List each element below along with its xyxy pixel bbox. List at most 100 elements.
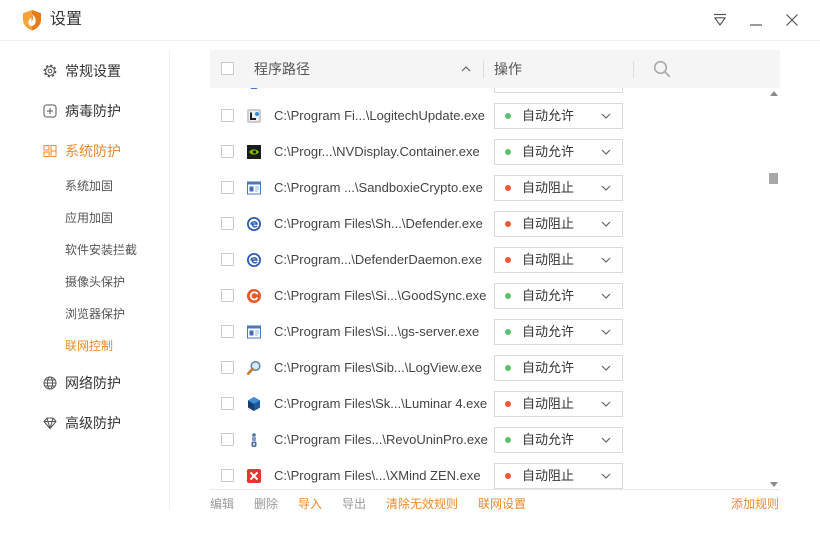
sidebar-subitem-app-hardening[interactable]: 应用加固 [65,208,113,228]
minimize-icon[interactable] [749,13,763,27]
close-icon[interactable] [785,13,799,27]
sidebar-item-virus-protection[interactable]: 病毒防护 [43,101,153,121]
column-header-action: 操作 [494,61,522,77]
goodsync-icon [246,288,262,304]
row-checkbox[interactable] [221,181,234,194]
row-checkbox[interactable] [221,361,234,374]
edit-button[interactable]: 编辑 [210,494,234,514]
action-dropdown[interactable]: 自动允许 [494,319,623,345]
row-checkbox[interactable] [221,325,234,338]
globe-icon [43,376,57,390]
action-dropdown[interactable]: 自动允许 [494,355,623,381]
sidebar-item-general-settings[interactable]: 常规设置 [43,61,153,81]
status-dot [505,401,511,407]
action-dropdown[interactable]: 自动阻止 [494,463,623,489]
scrollbar-thumb[interactable] [769,173,778,185]
table-header: 程序路径 操作 [210,50,780,88]
sidebar-item-network-protection[interactable]: 网络防护 [43,373,153,393]
system-protect-icon [43,144,57,158]
action-dropdown[interactable]: 自动允许 [494,139,623,165]
row-checkbox[interactable] [221,469,234,482]
action-dropdown[interactable]: 自动阻止 [494,391,623,417]
action-dropdown[interactable]: 自动阻止 [494,247,623,273]
program-path: C:\Program...\DefenderDaemon.exe [274,252,483,267]
status-dot [505,329,511,335]
table-row[interactable]: C:\Program Files\Si...\GoodSync.exe 自动允许 [210,278,766,314]
sidebar-subitem-camera-protection[interactable]: 摄像头保护 [65,272,125,292]
table-row[interactable]: C:\Program Files\...\XMind ZEN.exe 自动阻止 [210,458,766,489]
column-divider [633,61,634,78]
menu-dropdown-icon[interactable] [713,13,727,27]
action-value: 自动允许 [522,324,575,339]
sidebar-item-label: 常规设置 [65,63,121,79]
table-row[interactable]: C:\Program Files\Sh...\Defender.exe 自动阻止 [210,206,766,242]
action-value: 自动阻止 [522,216,575,231]
clear-invalid-rules-button[interactable]: 清除无效规则 [386,494,458,514]
row-checkbox[interactable] [221,253,234,266]
defender-icon [246,216,262,232]
scroll-down-icon[interactable] [770,482,778,487]
sidebar-item-label: 病毒防护 [65,103,121,119]
status-dot [505,365,511,371]
status-dot [505,221,511,227]
column-divider [483,61,484,78]
action-dropdown[interactable]: 自动阻止 [494,175,623,201]
column-header-path[interactable]: 程序路径 [254,50,310,88]
import-button[interactable]: 导入 [298,494,322,514]
status-dot [505,185,511,191]
logitech-update-icon [246,108,262,124]
action-value: 自动允许 [522,288,575,303]
row-checkbox[interactable] [221,217,234,230]
row-checkbox[interactable] [221,109,234,122]
scroll-up-icon[interactable] [770,91,778,96]
defender-daemon-icon [246,252,262,268]
row-checkbox[interactable] [221,433,234,446]
chevron-down-icon [601,437,611,443]
app-icon [246,88,262,90]
action-value: 自动允许 [522,360,575,375]
diamond-icon [43,416,57,430]
action-value: 自动阻止 [522,468,575,483]
table-row[interactable]: C:\Program Fi...\LogitechUpdate.exe 自动允许 [210,98,766,134]
export-button[interactable]: 导出 [342,494,366,514]
table-row[interactable]: C:\Program Files\Sib...\LogView.exe 自动允许 [210,350,766,386]
action-dropdown[interactable]: 自动阻止 [494,211,623,237]
table-row-partial [210,88,766,98]
action-dropdown[interactable]: 自动允许 [494,283,623,309]
title-bar: 设置 [0,0,820,41]
sidebar-item-label: 网络防护 [65,375,121,391]
action-dropdown [494,88,623,93]
gs-server-icon [246,324,262,340]
search-icon[interactable] [653,60,671,78]
action-dropdown[interactable]: 自动允许 [494,103,623,129]
program-path: C:\Progr...\NVDisplay.Container.exe [274,144,480,159]
luminar-icon [246,396,262,412]
row-checkbox[interactable] [221,397,234,410]
table-row[interactable]: C:\Program Files...\RevoUninPro.exe 自动允许 [210,422,766,458]
sidebar-item-advanced-protection[interactable]: 高级防护 [43,413,153,433]
row-checkbox[interactable] [221,289,234,302]
sidebar-subitem-system-hardening[interactable]: 系统加固 [65,176,113,196]
table-row[interactable]: C:\Program ...\SandboxieCrypto.exe 自动阻止 [210,170,766,206]
sidebar-item-system-protection[interactable]: 系统防护 [43,141,153,161]
action-value: 自动阻止 [522,396,575,411]
table-row[interactable]: C:\Program Files\Sk...\Luminar 4.exe 自动阻止 [210,386,766,422]
select-all-checkbox[interactable] [221,62,234,75]
table-row[interactable]: C:\Program...\DefenderDaemon.exe 自动阻止 [210,242,766,278]
vertical-scrollbar[interactable] [766,88,780,489]
sidebar-subitem-browser-protection[interactable]: 浏览器保护 [65,304,125,324]
sidebar-subitem-install-blocking[interactable]: 软件安装拦截 [65,240,137,260]
program-path: C:\Program Files\Si...\gs-server.exe [274,324,480,339]
add-rule-button[interactable]: 添加规则 [731,494,779,514]
table-row[interactable]: C:\Progr...\NVDisplay.Container.exe 自动允许 [210,134,766,170]
table-row[interactable]: C:\Program Files\Si...\gs-server.exe 自动允许 [210,314,766,350]
network-settings-button[interactable]: 联网设置 [478,494,526,514]
action-dropdown[interactable]: 自动允许 [494,427,623,453]
nvidia-icon [246,144,262,160]
sidebar: 常规设置 病毒防护 系统防护 系统加固 应用加固 软件安装拦截 摄像头保护 浏览… [0,41,169,511]
sort-ascending-icon[interactable] [461,66,471,72]
row-checkbox[interactable] [221,145,234,158]
sidebar-subitem-network-control[interactable]: 联网控制 [65,336,113,356]
delete-button[interactable]: 删除 [254,494,278,514]
program-path: C:\Program Files\Sh...\Defender.exe [274,216,483,231]
